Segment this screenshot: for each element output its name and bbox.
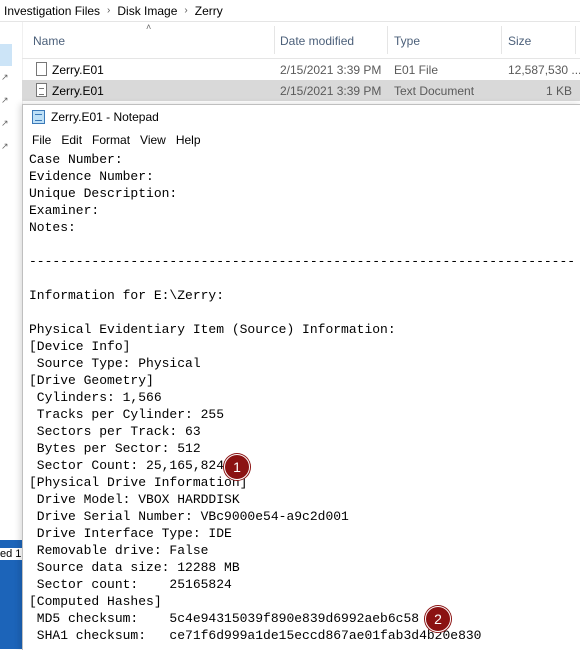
- menu-file[interactable]: File: [32, 133, 51, 151]
- text-line: Removable drive: False: [29, 543, 209, 558]
- pin-icon[interactable]: ↗: [1, 141, 9, 152]
- breadcrumb-investigation-files[interactable]: Investigation Files: [4, 4, 100, 18]
- text-line: Cylinders: 1,566: [29, 390, 162, 405]
- file-icon: [36, 62, 47, 76]
- menu-help[interactable]: Help: [176, 133, 201, 151]
- chevron-right-icon: ›: [184, 5, 188, 16]
- file-list: ˄ Name Date modified Type Size Zerry.E01…: [22, 22, 580, 101]
- chevron-right-icon: ›: [107, 5, 111, 16]
- menu-edit[interactable]: Edit: [61, 133, 82, 151]
- address-bar[interactable]: Investigation Files › Disk Image › Zerry: [0, 0, 580, 22]
- column-divider[interactable]: [501, 26, 502, 54]
- notepad-window[interactable]: Zerry.E01 - Notepad File Edit Format Vie…: [22, 104, 580, 650]
- column-date-modified[interactable]: Date modified: [280, 34, 354, 48]
- pin-icon[interactable]: ↗: [1, 95, 9, 106]
- text-line: [29, 304, 577, 321]
- text-line: ----------------------------------------…: [29, 254, 576, 269]
- notepad-title-bar[interactable]: Zerry.E01 - Notepad: [23, 105, 580, 129]
- text-line: Examiner:: [29, 203, 100, 218]
- navigation-pane: ↗ ↗ ↗ ↗ ed 1(: [0, 22, 23, 649]
- menu-bar: File Edit Format View Help: [23, 133, 202, 151]
- file-name: Zerry.E01: [52, 63, 104, 77]
- text-line: Physical Evidentiary Item (Source) Infor…: [29, 322, 396, 337]
- window-title: Zerry.E01 - Notepad: [51, 110, 159, 124]
- file-row-selected[interactable]: Zerry.E01 2/15/2021 3:39 PM Text Documen…: [22, 80, 580, 101]
- status-bar-fragment: ed 1(: [0, 548, 22, 560]
- file-row[interactable]: Zerry.E01 2/15/2021 3:39 PM E01 File 12,…: [22, 59, 580, 80]
- text-line: [Device Info]: [29, 339, 131, 354]
- column-header-row: ˄ Name Date modified Type Size: [22, 22, 580, 59]
- text-line: Drive Interface Type: IDE: [29, 526, 232, 541]
- nav-selection[interactable]: [0, 44, 12, 66]
- column-divider[interactable]: [274, 26, 275, 54]
- text-line: Sectors per Track: 63: [29, 424, 201, 439]
- column-name[interactable]: Name: [33, 34, 65, 48]
- sort-ascending-icon: ˄: [146, 22, 152, 32]
- text-line: Source Type: Physical: [29, 356, 201, 371]
- file-type: E01 File: [394, 63, 439, 77]
- text-document-icon: [36, 83, 47, 97]
- text-line: Tracks per Cylinder: 255: [29, 407, 225, 422]
- annotation-badge-1: 1: [224, 454, 250, 480]
- breadcrumb-zerry[interactable]: Zerry: [195, 4, 223, 18]
- breadcrumb-disk-image[interactable]: Disk Image: [117, 4, 177, 18]
- column-type[interactable]: Type: [394, 34, 420, 48]
- text-line: [29, 236, 577, 253]
- menu-format[interactable]: Format: [92, 133, 130, 151]
- column-divider[interactable]: [575, 26, 576, 54]
- file-size: 12,587,530 ...: [508, 63, 580, 77]
- file-size: 1 KB: [545, 84, 572, 98]
- notepad-icon: [32, 110, 45, 124]
- pin-icon[interactable]: ↗: [1, 72, 9, 83]
- text-line: Drive Serial Number: VBc9000e54-a9c2d001: [29, 509, 349, 524]
- file-name: Zerry.E01: [52, 84, 104, 98]
- text-line: [Computed Hashes]: [29, 594, 162, 609]
- text-line: MD5 checksum: 5c4e94315039f890e839d6992a…: [29, 611, 420, 626]
- text-line: Evidence Number:: [29, 169, 154, 184]
- text-line: Unique Description:: [29, 186, 178, 201]
- text-line: Case Number:: [29, 152, 123, 167]
- text-line: Notes:: [29, 220, 76, 235]
- text-line: Information for E:\Zerry:: [29, 288, 225, 303]
- menu-view[interactable]: View: [140, 133, 166, 151]
- file-date: 2/15/2021 3:39 PM: [280, 63, 382, 77]
- pin-icon[interactable]: ↗: [1, 118, 9, 129]
- text-line: Drive Model: VBOX HARDDISK: [29, 492, 240, 507]
- text-line: Sector count: 25165824: [29, 577, 232, 592]
- text-line: [29, 270, 577, 287]
- text-line: Source data size: 12288 MB: [29, 560, 240, 575]
- text-line: [Physical Drive Information]: [29, 475, 248, 490]
- column-size[interactable]: Size: [508, 34, 531, 48]
- file-date: 2/15/2021 3:39 PM: [280, 84, 382, 98]
- text-line: Bytes per Sector: 512: [29, 441, 201, 456]
- column-divider[interactable]: [387, 26, 388, 54]
- text-line: [Drive Geometry]: [29, 373, 154, 388]
- text-line: SHA1 checksum: ce71f6d999a1de15eccd867ae…: [29, 628, 482, 643]
- text-editor-area[interactable]: Case Number: Evidence Number: Unique Descr…: [29, 151, 577, 644]
- annotation-badge-2: 2: [425, 606, 451, 632]
- text-line: Sector Count: 25,165,824: [29, 458, 225, 473]
- file-type: Text Document: [394, 84, 475, 98]
